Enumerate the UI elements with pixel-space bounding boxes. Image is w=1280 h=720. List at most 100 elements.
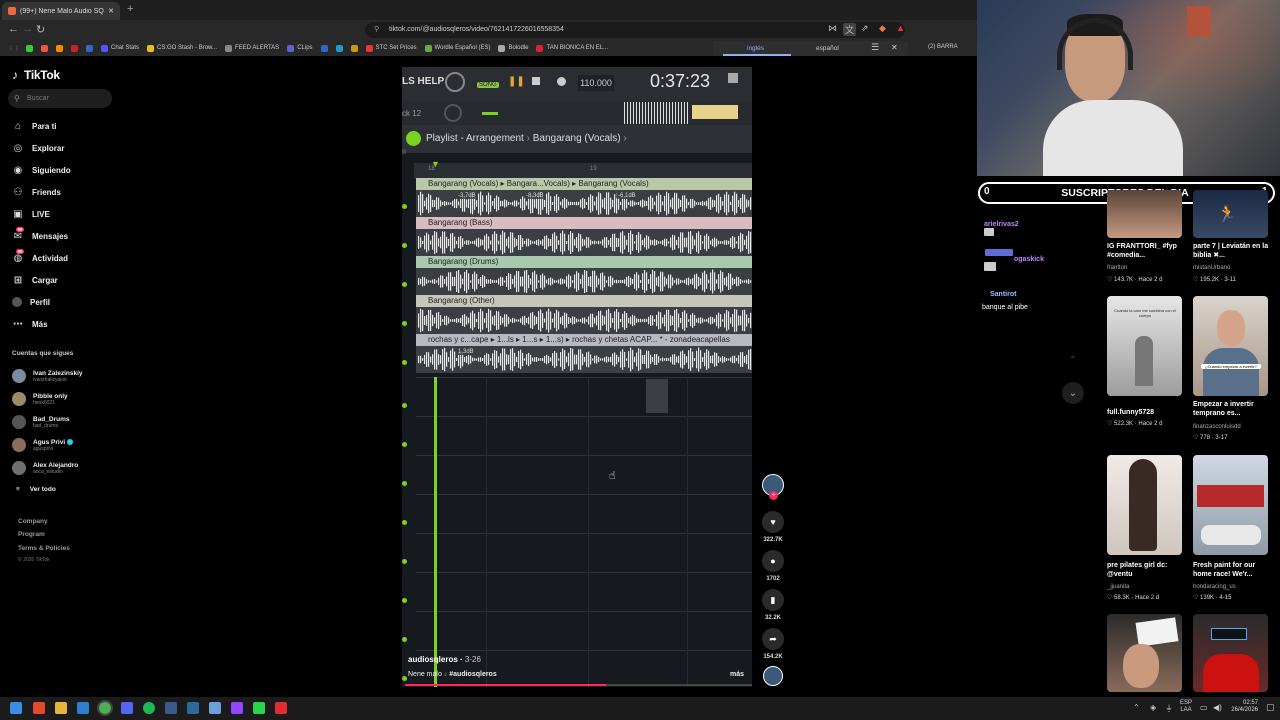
- comment-button[interactable]: ●: [762, 550, 784, 572]
- bookmark-icon-4[interactable]: [71, 44, 78, 52]
- notifications-icon[interactable]: ▢: [1266, 702, 1275, 713]
- bookmark-wordle[interactable]: Wordle Español (ES): [424, 44, 490, 52]
- following-account[interactable]: Pibble only henk5021: [12, 390, 68, 408]
- following-account[interactable]: Bad_Drums bad_drums: [12, 413, 69, 431]
- track-mute-led[interactable]: [402, 360, 407, 365]
- network-icon[interactable]: ▭: [1200, 703, 1208, 712]
- app-icon-1[interactable]: [165, 702, 177, 714]
- video-user[interactable]: frantton: [1107, 265, 1189, 271]
- video-title[interactable]: parte 7 | Leviatán en la biblia ✖...: [1193, 242, 1273, 260]
- following-account[interactable]: Alex Alejandro aoca_estudio: [12, 459, 78, 477]
- video-thumbnail[interactable]: [1107, 614, 1182, 692]
- video-thumbnail[interactable]: ¿Cuándo empezar a invertir?: [1193, 296, 1268, 396]
- track-mute-led[interactable]: [402, 598, 407, 603]
- bookmark-icon-5[interactable]: [86, 44, 93, 52]
- scroll-up-button[interactable]: ⌃: [1062, 349, 1084, 371]
- daw-track[interactable]: Bangarang (Vocals) ▸ Bangara...Vocals) ▸…: [416, 178, 752, 217]
- discord-icon[interactable]: [121, 702, 133, 714]
- keyboard-language[interactable]: ESP LAA: [1180, 700, 1192, 714]
- volume-icon[interactable]: ◀): [1213, 703, 1222, 712]
- video-title[interactable]: full.funny5728: [1107, 408, 1187, 417]
- bookmark-icon-3[interactable]: [56, 44, 63, 52]
- address-bar[interactable]: ⚲ tiktok.com/@audiosqleros/video/7621417…: [365, 22, 905, 38]
- footer-company-link[interactable]: Company: [18, 518, 48, 525]
- nav-friends[interactable]: ⚇ Friends: [12, 184, 61, 200]
- video-author[interactable]: audiosqleros · 3-26: [408, 655, 481, 664]
- site-info-icon[interactable]: ⚲: [374, 22, 379, 38]
- close-tab-icon[interactable]: ✕: [108, 7, 114, 15]
- apps-icon[interactable]: ⋮⋮: [8, 45, 20, 52]
- telegram-icon[interactable]: [77, 702, 89, 714]
- tray-chevron-icon[interactable]: ⌃: [1133, 703, 1140, 712]
- nav-live[interactable]: ▣ LIVE: [12, 206, 50, 222]
- menu-icon[interactable]: ☰: [871, 42, 879, 53]
- bookmark-bolodle[interactable]: Bolodle: [498, 44, 528, 52]
- extension-icon[interactable]: ◆: [879, 23, 886, 34]
- track-mute-led[interactable]: [402, 282, 407, 287]
- following-account[interactable]: Agus Privi agusprivi: [12, 436, 74, 454]
- track-mute-led[interactable]: [402, 442, 407, 447]
- scroll-down-button[interactable]: ⌄: [1062, 382, 1084, 404]
- track-mute-led[interactable]: [402, 204, 407, 209]
- nav-siguiendo[interactable]: ◉ Siguiendo: [12, 162, 71, 178]
- forward-icon[interactable]: →: [22, 23, 33, 35]
- bookmark-clips[interactable]: CLips: [287, 44, 313, 52]
- video-thumbnail[interactable]: [1107, 455, 1182, 555]
- track-mute-led[interactable]: [402, 676, 407, 681]
- bookmark-csgo-stash[interactable]: CS:GO Stash - Brow...: [147, 44, 217, 52]
- track-mute-led[interactable]: [402, 559, 407, 564]
- track-mute-led[interactable]: [402, 520, 407, 525]
- daw-track[interactable]: Bangarang (Bass): [416, 217, 752, 256]
- nav-para-ti[interactable]: ⌂ Para ti: [12, 118, 57, 134]
- daw-track[interactable]: Bangarang (Other): [416, 295, 752, 334]
- back-icon[interactable]: ←: [8, 23, 19, 35]
- following-account[interactable]: Ivan Zalezinskiy ivanzhalizyakin: [12, 367, 83, 385]
- bookmark-icon-1[interactable]: [26, 44, 33, 52]
- kick-icon[interactable]: [253, 702, 265, 714]
- video-player[interactable]: LS HELP SONG ❚❚ 110.000 0:37:23 ck 12 Ⅲ …: [402, 67, 752, 687]
- chrome-icon[interactable]: [97, 700, 113, 716]
- bookmark-icon-6[interactable]: [320, 44, 328, 52]
- tiktok-logo[interactable]: ♪ TikTok: [12, 68, 60, 82]
- nav-mas[interactable]: ⋯ Más: [12, 316, 48, 332]
- video-user[interactable]: hondaracing_us: [1193, 584, 1275, 590]
- obs-icon[interactable]: [275, 702, 287, 714]
- bookmark-icon-8[interactable]: [350, 44, 358, 52]
- bookmark-barra[interactable]: (2) BARRA: [928, 44, 958, 50]
- video-title[interactable]: Empezar a invertir temprano es...: [1193, 400, 1273, 418]
- video-user[interactable]: finanzasconluisdd: [1193, 424, 1275, 430]
- mute-icon[interactable]: ⋈: [828, 23, 837, 34]
- brave-icon[interactable]: [33, 702, 45, 714]
- see-all-button[interactable]: ≡ Ver todo: [16, 486, 56, 493]
- start-icon[interactable]: [10, 702, 22, 714]
- hashtag-link[interactable]: #audiosqleros: [449, 671, 496, 678]
- footer-program-link[interactable]: Program: [18, 531, 45, 538]
- usb-icon[interactable]: ⏚: [1165, 703, 1173, 714]
- track-mute-led[interactable]: [402, 243, 407, 248]
- video-user[interactable]: mistanUrbano: [1193, 265, 1275, 271]
- track-mute-led[interactable]: [402, 481, 407, 486]
- track-mute-led[interactable]: [402, 637, 407, 642]
- search-input[interactable]: ⚲ Buscar: [8, 89, 112, 108]
- close-icon[interactable]: ✕: [891, 43, 898, 52]
- translate-source-lang[interactable]: inglés: [747, 45, 764, 52]
- browser-tab[interactable]: (99+) Nene Malo Audio SQL... ✕: [2, 2, 120, 20]
- bookmark-icon-2[interactable]: [41, 44, 48, 52]
- more-caption-button[interactable]: más: [730, 671, 744, 678]
- alert-extension-icon[interactable]: ▲: [896, 23, 905, 33]
- nav-explorar[interactable]: ◎ Explorar: [12, 140, 65, 156]
- daw-track[interactable]: Bangarang (Drums): [416, 256, 752, 295]
- spotify-icon[interactable]: [143, 702, 155, 714]
- track-mute-led[interactable]: [402, 403, 407, 408]
- file-explorer-icon[interactable]: [55, 702, 67, 714]
- daw-track[interactable]: rochas y c...cape ▸ 1...ls ▸ 1...s ▸ 1..…: [416, 334, 752, 373]
- video-thumbnail[interactable]: [1193, 614, 1268, 692]
- system-clock[interactable]: 02:57 26/4/2026: [1228, 700, 1258, 714]
- translate-icon[interactable]: 文: [843, 23, 857, 36]
- save-button[interactable]: ▮: [762, 589, 784, 611]
- music-disc-icon[interactable]: [763, 666, 783, 686]
- video-progress-bar[interactable]: [405, 684, 752, 686]
- nav-cargar[interactable]: ⊞ Cargar: [12, 272, 58, 288]
- video-thumbnail[interactable]: [1193, 455, 1268, 555]
- translate-target-lang[interactable]: español: [816, 45, 839, 52]
